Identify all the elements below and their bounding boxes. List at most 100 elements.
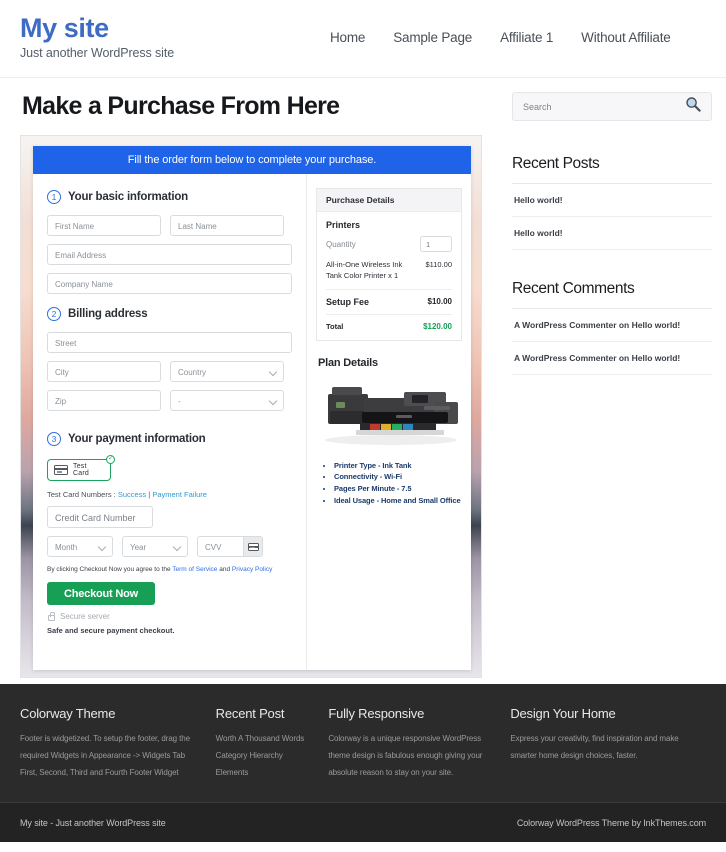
footer-column-title: Recent Post [215,706,285,721]
list-item[interactable]: Worth A Thousand Words [216,731,315,748]
state-select-value: - [178,397,181,406]
test-card-numbers-prefix: Test Card Numbers : [47,490,118,499]
plan-bullet: Connectivity - Wi-Fi [334,471,462,483]
line-item: All-in-One Wireless Ink Tank Color Print… [326,260,452,290]
footer-column-title: Colorway Theme [20,706,116,721]
test-card-button[interactable]: Test Card [47,459,111,481]
checkout-now-button[interactable]: Checkout Now [47,582,155,605]
plan-details-title: Plan Details [318,356,378,369]
quantity-input[interactable]: 1 [420,236,452,252]
company-name-input[interactable]: Company Name [47,273,292,294]
month-select[interactable]: Month [47,536,113,557]
plan-details-bullets: Printer Type - Ink Tank Connectivity - W… [334,460,462,507]
step-1-header: 1 Your basic information [47,190,292,204]
step-1-label: Your basic information [68,191,188,203]
terms-prefix: By clicking Checkout Now you agree to th… [47,566,173,573]
purchase-details-title: Purchase Details [317,189,461,212]
list-item[interactable]: Category Hierarchy [216,748,315,765]
footer-widgets: Colorway Theme Footer is widgetized. To … [0,684,726,802]
privacy-policy-link[interactable]: Privacy Policy [232,566,272,573]
last-name-input[interactable]: Last Name [170,215,284,236]
street-input[interactable]: Street [47,332,292,353]
total-value: $120.00 [423,321,452,331]
footer-column-text: Express your creativity, find inspiratio… [510,734,679,760]
setup-fee-label: Setup Fee [326,296,370,307]
main-column: Make a Purchase From Here Fill the order… [0,78,500,684]
credit-card-icon [54,465,68,475]
chevron-down-icon [268,396,278,406]
line-item-name: All-in-One Wireless Ink Tank Color Print… [326,260,403,280]
site-tagline: Just another WordPress site [20,46,175,61]
search-icon[interactable] [685,96,701,117]
footer-column-fully-responsive: Fully Responsive Colorway is a unique re… [328,706,510,802]
search-input[interactable]: Search [523,102,552,112]
order-form-right: Purchase Details Printers Quantity 1 All… [307,174,471,670]
expiry-cvv-row: Month Year CVV [47,536,292,557]
footer-column-design-your-home: Design Your Home Express your creativity… [510,706,706,802]
step-3-number-icon: 3 [47,432,61,446]
nav-item-affiliate-1[interactable]: Affiliate 1 [500,30,553,45]
order-form-card: Fill the order form below to complete yo… [33,146,471,670]
step-1-number-icon: 1 [47,190,61,204]
name-row: First Name Last Name [47,215,292,244]
nav-item-sample-page[interactable]: Sample Page [393,30,472,45]
nav-item-without-affiliate[interactable]: Without Affiliate [581,30,671,45]
search-widget[interactable]: Search [512,92,712,121]
widget-title: Recent Comments [512,280,712,309]
footer-copyright-bar: My site - Just another WordPress site Co… [0,802,726,842]
terms-of-service-link[interactable]: Term of Service [172,566,217,573]
widget-recent-comments: Recent Comments A WordPress Commenter on… [512,280,712,375]
footer-column-colorway-theme: Colorway Theme Footer is widgetized. To … [20,706,216,802]
printer-illustration-svg [325,386,458,445]
country-select[interactable]: Country [170,361,284,382]
page-title: Make a Purchase From Here [22,92,340,120]
city-input[interactable]: City [47,361,161,382]
widget-title: Recent Posts [512,155,712,184]
line-item-price: $110.00 [425,260,452,269]
secure-server-text: Secure server [60,612,110,621]
city-country-row: City Country [47,361,292,390]
terms-mid: and [217,566,232,573]
footer-copyright-left: My site - Just another WordPress site [20,817,166,828]
state-select[interactable]: - [170,390,284,411]
test-card-failure-link[interactable]: Payment Failure [152,490,207,499]
lock-icon [48,612,56,621]
footer-column-title: Design Your Home [510,706,616,721]
purchase-details-box: Purchase Details Printers Quantity 1 All… [316,188,462,341]
email-input[interactable]: Email Address [47,244,292,265]
nav-item-home[interactable]: Home [330,30,365,45]
step-2-label: Billing address [68,308,148,320]
credit-card-number-input[interactable]: Credit Card Number [47,506,153,528]
zip-input[interactable]: Zip [47,390,161,411]
test-card-numbers-line: Test Card Numbers : Success | Payment Fa… [47,490,292,499]
content-area: Make a Purchase From Here Fill the order… [0,78,726,684]
list-item[interactable]: Hello world! [512,217,712,250]
step-3-label: Your payment information [68,433,206,445]
list-item[interactable]: Hello world! [512,184,712,217]
site-title: My site [20,13,109,43]
country-select-value: Country [178,368,207,377]
first-name-input[interactable]: First Name [47,215,161,236]
plan-bullet: Pages Per Minute - 7.5 [334,483,462,495]
list-item[interactable]: A WordPress Commenter on Hello world! [512,342,712,375]
year-select[interactable]: Year [122,536,188,557]
month-select-value: Month [55,543,78,552]
test-card-option[interactable]: Test Card ✓ [47,455,115,481]
safe-checkout-text: Safe and secure payment checkout. [47,626,175,635]
footer-credit-right[interactable]: Colorway WordPress Theme by InkThemes.co… [517,818,706,828]
list-item[interactable]: A WordPress Commenter on Hello world! [512,309,712,342]
credit-card-icon [247,542,259,551]
test-card-success-link[interactable]: Success [118,490,146,499]
cvv-input[interactable]: CVV [198,537,243,556]
cvv-field-group[interactable]: CVV [197,536,263,557]
total-label: Total [326,321,344,331]
list-item[interactable]: Elements [216,765,315,782]
setup-fee-row: Setup Fee $10.00 [326,290,452,315]
order-form-background: Fill the order form below to complete yo… [20,135,482,678]
footer-column-text: Colorway is a unique responsive WordPres… [328,734,483,777]
printer-product-image [316,378,466,448]
terms-agreement-text: By clicking Checkout Now you agree to th… [47,566,292,573]
quantity-row: Quantity 1 [326,236,452,252]
footer-column-text: Footer is widgetized. To setup the foote… [20,734,190,777]
site-brand[interactable]: My site Just another WordPress site [20,10,175,61]
